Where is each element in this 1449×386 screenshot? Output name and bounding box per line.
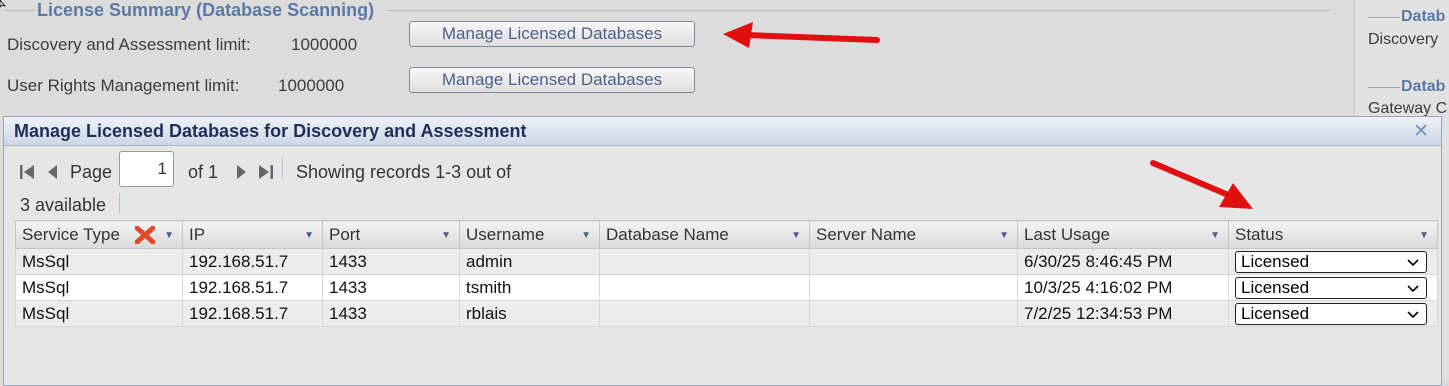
- chevron-down-icon: [1407, 258, 1419, 266]
- column-header-label: IP: [189, 224, 206, 244]
- status-select[interactable]: Licensed: [1235, 302, 1427, 325]
- cell-server-name: [809, 300, 1018, 327]
- column-header-ip[interactable]: IP ▼: [182, 220, 323, 249]
- column-header-label: Status: [1235, 224, 1284, 244]
- column-header-label: Port: [329, 224, 361, 244]
- discovery-limit-label: Discovery and Assessment limit:: [7, 35, 251, 54]
- column-header-last-usage[interactable]: Last Usage ▼: [1017, 220, 1229, 249]
- dialog-title: Manage Licensed Databases for Discovery …: [14, 121, 527, 141]
- user-rights-limit-value: 1000000: [278, 76, 345, 95]
- column-header-label: Database Name: [606, 224, 729, 244]
- page-count-label: of 1: [188, 162, 219, 182]
- cell-username: tsmith: [459, 274, 600, 301]
- table-header-row: Service Type ▼ IP ▼ Port ▼ Username ▼ Datab…: [15, 220, 1438, 249]
- cell-service-type: MsSql: [15, 248, 183, 275]
- column-header-service-type[interactable]: Service Type ▼: [15, 220, 183, 249]
- last-page-icon[interactable]: [258, 164, 274, 180]
- sort-down-icon[interactable]: ▼: [1419, 230, 1429, 241]
- column-header-port[interactable]: Port ▼: [322, 220, 460, 249]
- cell-database-name: [599, 248, 810, 275]
- right-panel-border-1: [1368, 17, 1400, 18]
- manage-discovery-licenses-button[interactable]: Manage Licensed Databases: [409, 21, 695, 47]
- column-header-server-name[interactable]: Server Name ▼: [809, 220, 1018, 249]
- sort-down-icon[interactable]: ▼: [791, 230, 801, 241]
- license-summary-legend: License Summary (Database Scanning): [37, 0, 375, 20]
- cell-port: 1433: [322, 300, 460, 327]
- annotation-arrow-button: [723, 22, 880, 48]
- chevron-down-icon: [1407, 310, 1419, 318]
- column-header-label: Service Type: [22, 224, 120, 244]
- manage-user-rights-licenses-button[interactable]: Manage Licensed Databases: [409, 67, 695, 93]
- status-select[interactable]: Licensed: [1235, 250, 1427, 273]
- cell-username: rblais: [459, 300, 600, 327]
- fieldset-border-right: [388, 10, 1330, 11]
- dialog-title-bar: Manage Licensed Databases for Discovery …: [4, 117, 1441, 146]
- right-panel-text-1: Discovery: [1368, 31, 1439, 48]
- right-panel-legend-1: Datab: [1401, 8, 1446, 25]
- cell-ip: 192.168.51.7: [182, 300, 323, 327]
- sort-down-icon[interactable]: ▼: [999, 230, 1009, 241]
- page-number-input[interactable]: 1: [119, 151, 174, 187]
- first-page-icon[interactable]: [19, 164, 35, 180]
- manage-licensed-databases-dialog: Manage Licensed Databases for Discovery …: [3, 116, 1442, 386]
- sort-down-icon[interactable]: ▼: [1210, 230, 1220, 241]
- cell-port: 1433: [322, 248, 460, 275]
- records-available-text: 3 available: [20, 195, 107, 215]
- column-header-username[interactable]: Username ▼: [459, 220, 600, 249]
- right-panel-border-2: [1368, 87, 1400, 88]
- status-select-value: Licensed: [1241, 251, 1310, 271]
- cell-database-name: [599, 300, 810, 327]
- cell-status: Licensed: [1228, 274, 1438, 301]
- cell-database-name: [599, 274, 810, 301]
- right-panel-legend-2: Datab: [1401, 78, 1446, 95]
- column-header-status[interactable]: Status ▼: [1228, 220, 1438, 249]
- column-header-label: Username: [466, 224, 545, 244]
- next-page-icon[interactable]: [236, 164, 248, 180]
- sort-down-icon[interactable]: ▼: [441, 230, 451, 241]
- fieldset-border-left: [5, 10, 35, 11]
- column-header-database-name[interactable]: Database Name ▼: [599, 220, 810, 249]
- mouse-cursor-icon: [0, 0, 6, 8]
- sort-down-icon[interactable]: ▼: [581, 230, 591, 241]
- prev-page-icon[interactable]: [46, 164, 58, 180]
- pager-separator-2: [119, 193, 120, 213]
- showing-records-text: Showing records 1-3 out of: [296, 162, 512, 182]
- cell-service-type: MsSql: [15, 274, 183, 301]
- pager-separator: [282, 158, 283, 178]
- cell-status: Licensed: [1228, 248, 1438, 275]
- sort-down-icon[interactable]: ▼: [304, 230, 314, 241]
- status-select-value: Licensed: [1241, 303, 1310, 323]
- cell-last-usage: 10/3/25 4:16:02 PM: [1017, 274, 1229, 301]
- page-label: Page: [70, 162, 113, 182]
- cell-last-usage: 6/30/25 8:46:45 PM: [1017, 248, 1229, 275]
- cell-port: 1433: [322, 274, 460, 301]
- cell-ip: 192.168.51.7: [182, 248, 323, 275]
- user-rights-limit-label: User Rights Management limit:: [7, 76, 240, 95]
- cell-status: Licensed: [1228, 300, 1438, 327]
- cell-server-name: [809, 248, 1018, 275]
- cell-server-name: [809, 274, 1018, 301]
- cell-username: admin: [459, 248, 600, 275]
- column-header-label: Last Usage: [1024, 224, 1110, 244]
- licensed-databases-table: Service Type ▼ IP ▼ Port ▼ Username ▼ Datab…: [15, 220, 1438, 327]
- table-row[interactable]: MsSql 192.168.51.7 1433 tsmith 10/3/25 4…: [15, 274, 1438, 301]
- status-select-value: Licensed: [1241, 277, 1310, 297]
- discovery-limit-value: 1000000: [291, 35, 358, 54]
- sort-down-icon[interactable]: ▼: [164, 230, 174, 241]
- cell-last-usage: 7/2/25 12:34:53 PM: [1017, 300, 1229, 327]
- table-row[interactable]: MsSql 192.168.51.7 1433 rblais 7/2/25 12…: [15, 300, 1438, 327]
- chevron-down-icon: [1407, 284, 1419, 292]
- cell-service-type: MsSql: [15, 300, 183, 327]
- status-select[interactable]: Licensed: [1235, 276, 1427, 299]
- cell-ip: 192.168.51.7: [182, 274, 323, 301]
- close-icon[interactable]: ✕: [1413, 120, 1429, 143]
- column-header-label: Server Name: [816, 224, 917, 244]
- remove-filter-icon[interactable]: [135, 226, 155, 244]
- table-row[interactable]: MsSql 192.168.51.7 1433 admin 6/30/25 8:…: [15, 248, 1438, 275]
